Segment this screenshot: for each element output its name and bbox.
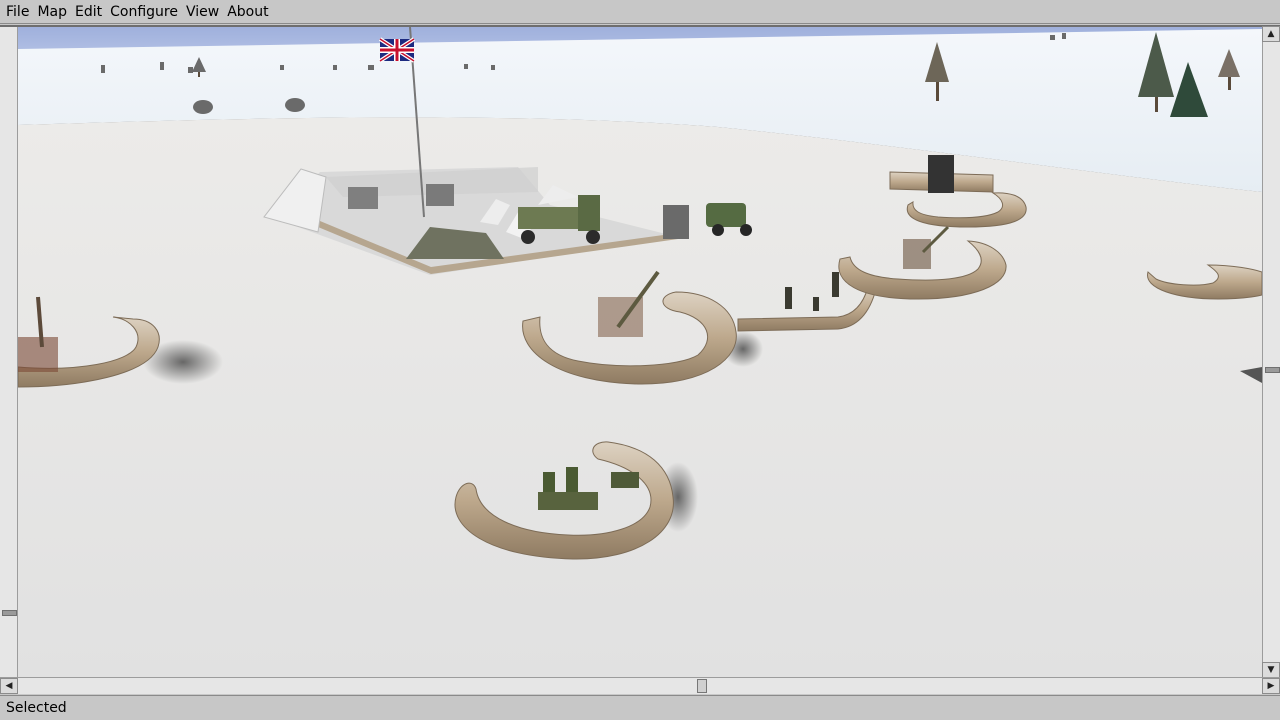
scroll-right-icon[interactable]: ▶ [1262,678,1280,694]
horizontal-scrollbar[interactable]: ◀ ▶ [0,677,1280,694]
3d-scene-view[interactable] [18,27,1262,677]
left-scrollbar-thumb[interactable] [2,610,17,616]
ammo-crate [611,472,639,488]
horizontal-scrollbar-thumb[interactable] [697,679,707,693]
anti-tank-gun [538,492,598,510]
scroll-down-icon[interactable]: ▼ [1262,662,1280,678]
menu-file[interactable]: File [2,1,33,23]
menu-configure[interactable]: Configure [106,1,182,23]
scroll-left-icon[interactable]: ◀ [0,678,18,694]
radar-vehicle [928,155,954,193]
soldiers [903,239,931,269]
left-scrollbar[interactable] [0,27,18,677]
menu-bar: File Map Edit Configure View About [0,0,1280,24]
guard-hut [663,205,689,239]
snow-ground [18,117,1262,677]
menu-edit[interactable]: Edit [71,1,106,23]
map-viewport[interactable] [0,25,1280,694]
menu-view[interactable]: View [182,1,223,23]
scroll-up-icon[interactable]: ▲ [1262,26,1280,42]
right-scrollbar-thumb[interactable] [1265,367,1280,373]
soldiers [18,337,58,372]
status-text: Selected [6,700,67,716]
menu-about[interactable]: About [223,1,272,23]
supply-crate [426,184,454,206]
status-bar: Selected [0,695,1280,720]
right-scrollbar[interactable]: ▲ ▼ [1262,26,1280,678]
supply-crate [348,187,378,209]
menu-map[interactable]: Map [33,1,71,23]
